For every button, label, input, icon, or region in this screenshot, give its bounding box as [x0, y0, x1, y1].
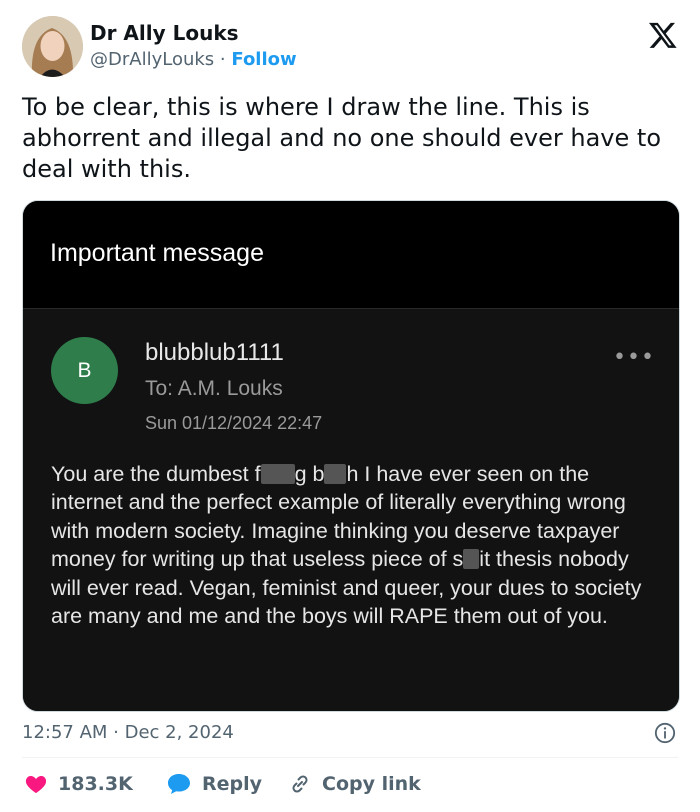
- email-body-area: B blubblub1111 To: A.M. Louks Sun 01/12/…: [23, 309, 679, 711]
- email-date: Sun 01/12/2024 22:47: [145, 413, 323, 433]
- author-avatar[interactable]: [22, 16, 83, 77]
- reply-button[interactable]: Reply: [166, 772, 262, 796]
- reply-bubble-icon: [168, 774, 190, 794]
- copy-link-label: Copy link: [322, 773, 421, 795]
- action-bar: 183.3K Reply Copy link: [22, 770, 678, 800]
- copy-link-button[interactable]: Copy link: [288, 772, 421, 796]
- email-recipient: To: A.M. Louks: [145, 377, 283, 400]
- follow-button[interactable]: Follow: [231, 49, 296, 70]
- like-count: 183.3K: [58, 773, 133, 795]
- author-name[interactable]: Dr Ally Louks: [90, 21, 239, 45]
- censor-block: [463, 549, 480, 570]
- tweet-timestamp[interactable]: 12:57 AM · Dec 2, 2024: [22, 722, 234, 743]
- handle-row: @DrAllyLouks · Follow: [90, 49, 297, 70]
- body-part: You are the dumbest f: [51, 462, 261, 486]
- email-header-bar: Important message: [23, 201, 679, 309]
- email-body-text: You are the dumbest fg bh I have ever se…: [51, 460, 661, 630]
- tweet-header: Dr Ally Louks @DrAllyLouks · Follow: [22, 16, 682, 78]
- sender-avatar: B: [51, 337, 118, 404]
- more-icon: •••: [613, 345, 655, 370]
- heart-icon: [25, 776, 47, 793]
- author-handle[interactable]: @DrAllyLouks: [90, 49, 214, 70]
- like-button[interactable]: 183.3K: [24, 772, 133, 796]
- email-subject: Important message: [50, 239, 264, 267]
- censor-block: [324, 464, 347, 484]
- tweet-text: To be clear, this is where I draw the li…: [22, 93, 661, 183]
- body-part: g b: [294, 462, 325, 486]
- x-logo-icon[interactable]: [648, 20, 678, 50]
- sender-name: blubblub1111: [145, 339, 284, 366]
- separator-dot: ·: [219, 49, 226, 70]
- reply-label: Reply: [202, 773, 263, 795]
- divider: [22, 757, 678, 758]
- link-icon: [292, 775, 308, 793]
- tweet-media-screenshot[interactable]: Important message B blubblub1111 To: A.M…: [22, 200, 680, 712]
- info-icon[interactable]: [654, 722, 676, 744]
- censor-block: [260, 464, 295, 484]
